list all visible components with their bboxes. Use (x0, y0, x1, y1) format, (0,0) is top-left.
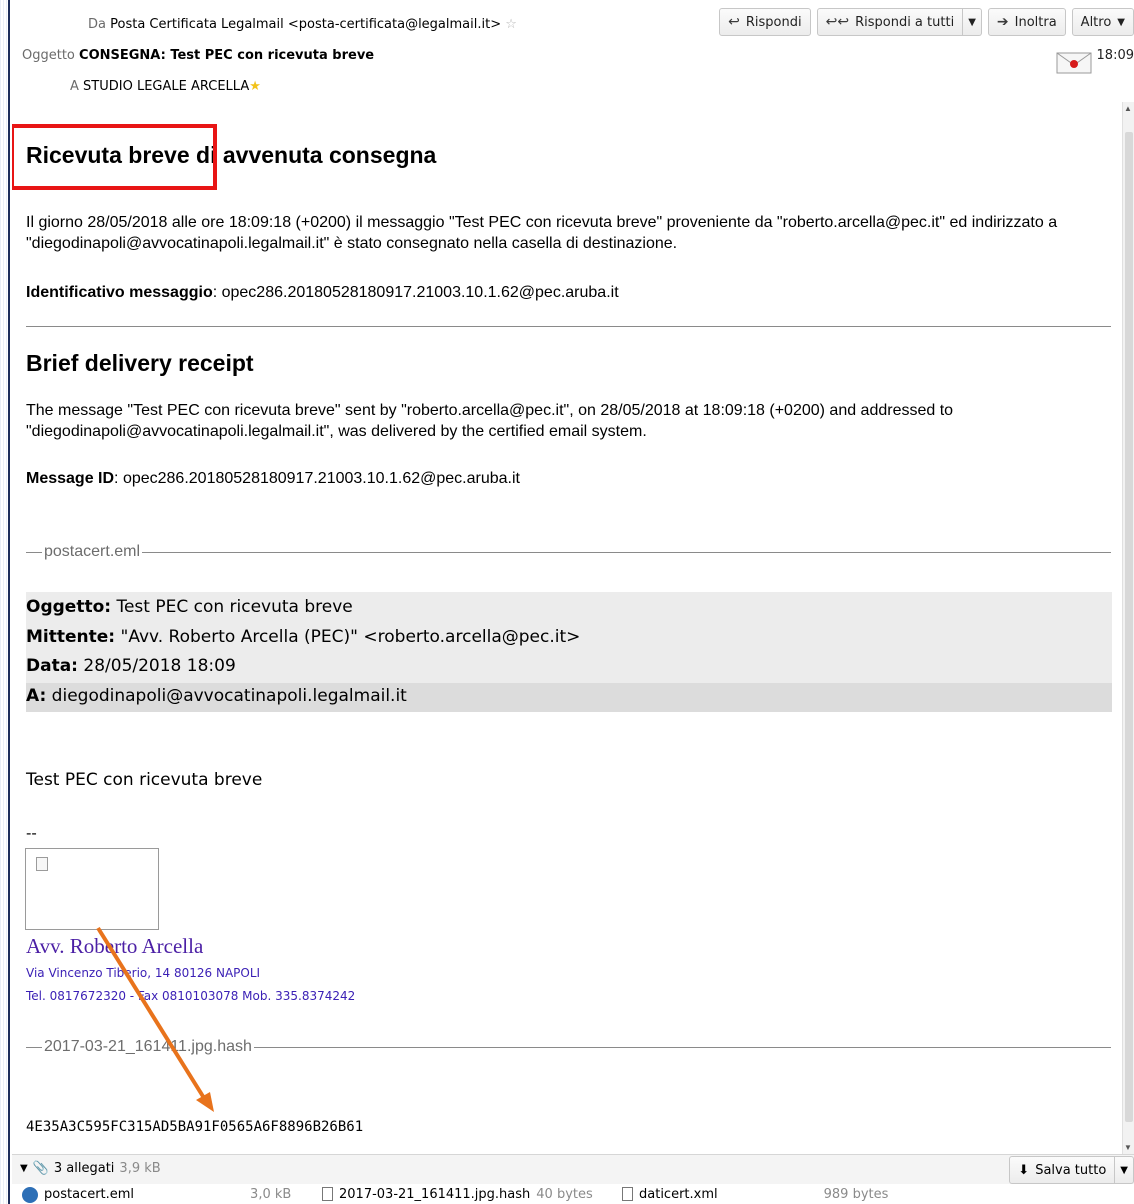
attachment-size: 989 bytes (823, 1187, 889, 1202)
to-value[interactable]: STUDIO LEGALE ARCELLA (83, 79, 249, 94)
chevron-down-icon: ▼ (20, 1163, 28, 1174)
attachments-toggle[interactable]: ▼ 📎 3 allegati 3,9 kB (20, 1161, 161, 1176)
to-label: A (70, 79, 79, 94)
message-id-it-value: : opec286.20180528180917.21003.10.1.62@p… (212, 284, 619, 301)
attachment-size: 3,0 kB (250, 1187, 292, 1202)
subject-label: Oggetto (22, 48, 75, 63)
message-body: Ricevuta breve di avvenuta consegna Il g… (12, 102, 1122, 1154)
meta-sender-value: "Avv. Roberto Arcella (PEC)" <roberto.ar… (115, 627, 581, 647)
reply-all-label: Rispondi a tutti (855, 14, 955, 30)
scrollbar-thumb[interactable] (1125, 132, 1133, 1122)
attachment-name: daticert.xml (639, 1187, 718, 1202)
scroll-up-icon[interactable]: ▲ (1124, 104, 1132, 113)
meta-subject-label: Oggetto: (26, 597, 112, 617)
message-id-it-label: Identificativo messaggio (26, 284, 213, 301)
signature-address: Via Vincenzo Tiberio, 14 80126 NAPOLI (26, 966, 261, 980)
save-all-dropdown[interactable]: ▼ (1115, 1165, 1133, 1176)
reply-all-dropdown[interactable]: ▼ (963, 8, 982, 36)
receipt-body-it: Il giorno 28/05/2018 alle ore 18:09:18 (… (26, 214, 1058, 252)
signature-dashes: -- (26, 824, 37, 842)
subject-value: CONSEGNA: Test PEC con ricevuta breve (79, 48, 375, 63)
subject-row: Oggetto CONSEGNA: Test PEC con ricevuta … (22, 48, 374, 63)
forward-icon: ➔ (996, 14, 1009, 30)
file-icon (322, 1187, 333, 1201)
paperclip-icon: 📎 (32, 1161, 49, 1176)
meta-date-value: 28/05/2018 18:09 (77, 656, 236, 676)
signature-name: Avv. Roberto Arcella (26, 934, 204, 958)
attachment-separator-postacert: postacert.eml (26, 543, 1111, 561)
message-header: Da Posta Certificata Legalmail <posta-ce… (12, 0, 1134, 100)
message-id-it-row: Identificativo messaggio: opec286.201805… (26, 282, 1116, 303)
save-all-label: Salva tutto (1035, 1162, 1107, 1178)
divider (26, 326, 1111, 327)
from-label: Da (88, 17, 106, 32)
message-toolbar: ↩ Rispondi ↩↩ Rispondi a tutti ▼ ➔ Inolt… (719, 8, 1134, 36)
reply-icon: ↩ (728, 14, 740, 30)
broken-image-icon (36, 857, 48, 871)
separator-label: 2017-03-21_161411.jpg.hash (44, 1038, 252, 1055)
to-row: A STUDIO LEGALE ARCELLA★ (70, 79, 261, 94)
meta-sender: Mittente: "Avv. Roberto Arcella (PEC)" <… (26, 627, 580, 647)
message-id-en-value: : opec286.20180528180917.21003.10.1.62@p… (114, 470, 520, 487)
reply-all-icon: ↩↩ (825, 14, 850, 30)
separator-label: postacert.eml (44, 543, 141, 560)
meta-subject: Oggetto: Test PEC con ricevuta breve (26, 597, 353, 617)
meta-subject-value: Test PEC con ricevuta breve (111, 597, 353, 617)
meta-to-value: diegodinapoli@avvocatinapoli.legalmail.i… (46, 686, 407, 706)
more-button[interactable]: Altro ▼ (1071, 8, 1134, 36)
reply-all-button[interactable]: ↩↩ Rispondi a tutti (816, 8, 964, 36)
highlight-annotation-box (12, 124, 217, 190)
attachments-total-size: 3,9 kB (119, 1161, 161, 1176)
save-all-button[interactable]: ⬇ Salva tutto (1010, 1157, 1116, 1183)
envelope-icon (1056, 52, 1092, 74)
receipt-body-en: The message "Test PEC con ricevuta breve… (26, 402, 954, 440)
from-row: Da Posta Certificata Legalmail <posta-ce… (88, 17, 517, 32)
forwarded-meta-box: Oggetto: Test PEC con ricevuta breve Mit… (26, 592, 1112, 712)
forward-button[interactable]: ➔ Inoltra (987, 8, 1066, 36)
download-icon: ⬇ (1018, 1162, 1030, 1178)
attachments-count: 3 allegati (53, 1161, 115, 1176)
attachment-name: 2017-03-21_161411.jpg.hash (339, 1187, 531, 1202)
window-frame-edge (0, 0, 10, 1204)
more-label: Altro (1080, 14, 1112, 30)
signature-image-placeholder (25, 848, 159, 930)
attachment-list: postacert.eml 3,0 kB 2017-03-21_161411.j… (12, 1185, 1134, 1204)
scroll-down-icon[interactable]: ▼ (1124, 1143, 1132, 1152)
file-icon (622, 1187, 633, 1201)
reply-all-split: ↩↩ Rispondi a tutti ▼ (816, 8, 982, 36)
attachment-name: postacert.eml (44, 1187, 135, 1202)
signature-phone: Tel. 0817672320 - Fax 0810103078 Mob. 33… (26, 989, 356, 1003)
star-filled-icon[interactable]: ★ (249, 79, 261, 94)
attachment-separator-hash: 2017-03-21_161411.jpg.hash (26, 1038, 1111, 1056)
hash-value: 4E35A3C595FC315AD5BA91F0565A6F8896B26B61 (26, 1119, 364, 1135)
chevron-down-icon: ▼ (1117, 16, 1125, 28)
star-outline-icon[interactable]: ☆ (505, 17, 517, 32)
receipt-title-en: Brief delivery receipt (26, 350, 254, 376)
attachment-item[interactable]: postacert.eml 3,0 kB (22, 1187, 291, 1203)
meta-date: Data: 28/05/2018 18:09 (26, 656, 236, 676)
from-value[interactable]: Posta Certificata Legalmail <posta-certi… (110, 17, 501, 32)
reply-label: Rispondi (745, 14, 802, 30)
attachment-item[interactable]: daticert.xml 989 bytes (622, 1187, 888, 1202)
meta-to-label: A: (26, 686, 47, 706)
message-id-en-label: Message ID (26, 470, 115, 487)
message-time: 18:09 (1096, 48, 1134, 63)
email-file-icon (22, 1187, 38, 1203)
meta-to: A: diegodinapoli@avvocatinapoli.legalmai… (26, 683, 1112, 712)
reply-button[interactable]: ↩ Rispondi (719, 8, 811, 36)
meta-date-label: Data: (26, 656, 78, 676)
forward-label: Inoltra (1014, 14, 1057, 30)
attachment-size: 40 bytes (536, 1187, 593, 1202)
attachment-item[interactable]: 2017-03-21_161411.jpg.hash 40 bytes (322, 1187, 593, 1202)
meta-sender-label: Mittente: (26, 627, 116, 647)
vertical-scrollbar[interactable]: ▲ ▼ (1122, 102, 1134, 1154)
plain-body-text: Test PEC con ricevuta breve (26, 770, 263, 790)
attachments-bar: ▼ 📎 3 allegati 3,9 kB ⬇ Salva tutto ▼ (12, 1154, 1134, 1184)
save-all-split: ⬇ Salva tutto ▼ (1009, 1156, 1134, 1184)
message-id-en-row: Message ID: opec286.20180528180917.21003… (26, 468, 1116, 489)
